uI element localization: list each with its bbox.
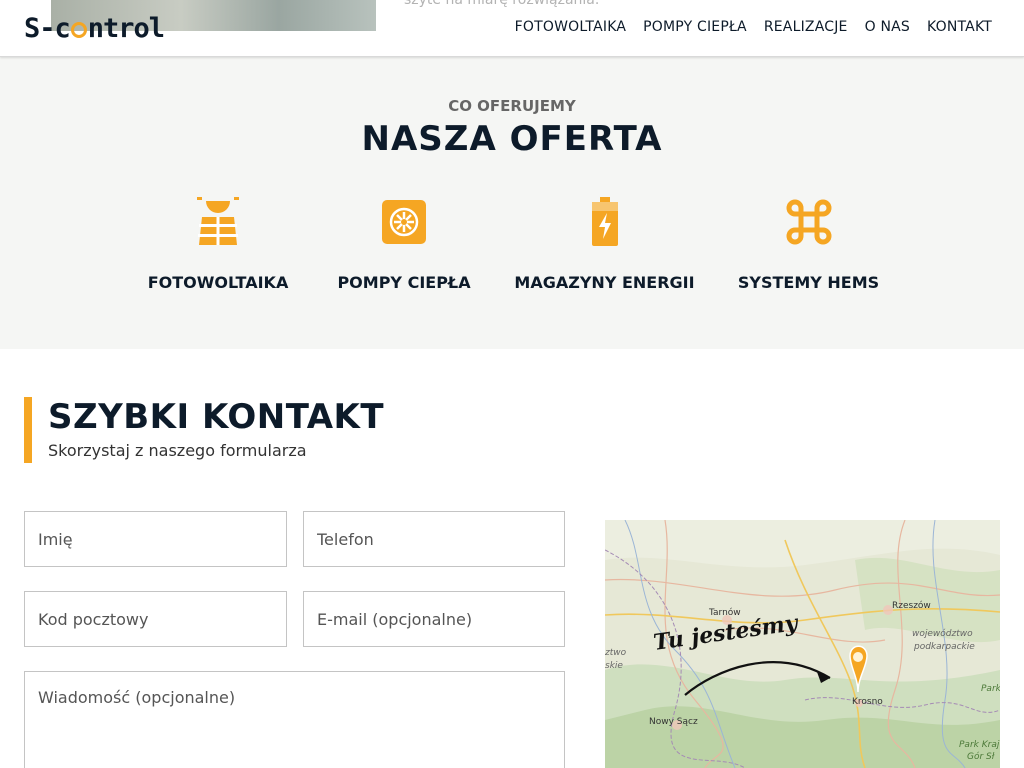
logo-text-right: ntrol — [87, 12, 165, 44]
offer-card-fotowoltaika[interactable]: FOTOWOLTAIKA — [148, 197, 288, 292]
map-label-left-1: ztwo — [605, 648, 627, 658]
nav-realizacje[interactable]: REALIZACJE — [764, 19, 848, 35]
email-field[interactable] — [303, 591, 565, 647]
phone-field[interactable] — [303, 511, 565, 567]
offer-card-systemy-hems[interactable]: SYSTEMY HEMS — [738, 197, 879, 292]
offer-label: MAGAZYNY ENERGII — [514, 273, 695, 292]
nav-o-nas[interactable]: O NAS — [865, 19, 910, 35]
logo-bolt-icon — [70, 22, 87, 38]
location-map[interactable]: Tarnów Rzeszów województwo podkarpackie … — [605, 520, 1000, 768]
logo[interactable]: S-c ntrol — [24, 12, 165, 44]
offer-kicker: CO OFERUJEMY — [448, 97, 576, 115]
map-label-krosno: Krosno — [852, 697, 883, 707]
offer-card-pompy-ciepla[interactable]: POMPY CIEPŁA — [337, 197, 471, 292]
logo-text-left: S-c — [24, 12, 71, 44]
map-label-gor-slonnych: Gór Sł — [967, 752, 995, 762]
command-icon — [784, 197, 834, 247]
offer-section: CO OFERUJEMY NASZA OFERTA FOTOWOLTAIKA P… — [0, 57, 1024, 349]
battery-icon — [580, 197, 630, 247]
map-label-left-2: skie — [605, 661, 623, 671]
offer-label: POMPY CIEPŁA — [337, 273, 471, 292]
contact-accent-bar — [24, 397, 32, 463]
offer-label: FOTOWOLTAIKA — [147, 273, 289, 292]
name-field[interactable] — [24, 511, 287, 567]
solar-panel-icon — [193, 197, 243, 247]
map-label-tarnow: Tarnów — [709, 608, 741, 618]
message-field[interactable] — [24, 671, 565, 768]
map-label-park: Park — [981, 684, 1000, 694]
contact-title: SZYBKI KONTAKT — [48, 397, 385, 437]
contact-subtitle: Skorzystaj z naszego formularza — [48, 441, 307, 460]
hero-text: szyte na miarę rozwiązania. — [404, 0, 600, 8]
nav-kontakt[interactable]: KONTAKT — [927, 19, 992, 35]
map-label-wojewodztwo: województwo — [912, 629, 973, 639]
offer-label: SYSTEMY HEMS — [737, 273, 880, 292]
map-label-podkarpackie: podkarpackie — [914, 642, 975, 652]
heat-pump-icon — [379, 197, 429, 247]
nav-pompy-ciepla[interactable]: POMPY CIEPŁA — [643, 19, 747, 35]
postal-code-field[interactable] — [24, 591, 287, 647]
offer-card-magazyny-energii[interactable]: MAGAZYNY ENERGII — [514, 197, 695, 292]
map-label-nowy-sacz: Nowy Sącz — [649, 717, 698, 727]
offer-title: NASZA OFERTA — [361, 119, 663, 159]
main-nav: FOTOWOLTAIKA POMPY CIEPŁA REALIZACJE O N… — [515, 19, 992, 35]
map-label-park-krajobrazowy: Park Kraj — [959, 740, 1000, 750]
site-header: szyte na miarę rozwiązania. S-c ntrol FOT… — [0, 0, 1024, 57]
nav-fotowoltaika[interactable]: FOTOWOLTAIKA — [515, 19, 626, 35]
location-pin-icon[interactable] — [845, 650, 871, 694]
map-label-rzeszow: Rzeszów — [892, 601, 931, 611]
